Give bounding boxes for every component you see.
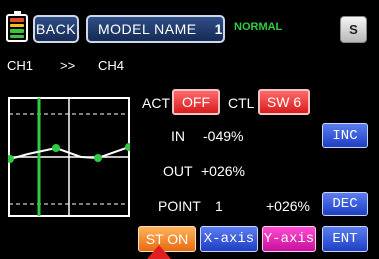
dec-label: DEC <box>332 196 358 212</box>
in-label: IN <box>171 128 185 144</box>
point-label: POINT <box>158 198 201 214</box>
mode-status: NORMAL <box>234 21 283 33</box>
point-value: +026% <box>266 198 310 214</box>
system-button[interactable]: S <box>340 16 367 43</box>
curve-point <box>94 154 102 162</box>
curve-point <box>125 143 130 151</box>
point-number: 1 <box>215 198 223 214</box>
y-axis-label: Y-axis <box>263 231 315 247</box>
x-axis-label: X-axis <box>203 231 255 247</box>
ctl-label: CTL <box>228 95 255 111</box>
ent-button[interactable]: ENT <box>322 226 368 252</box>
x-axis-button[interactable]: X-axis <box>200 226 258 252</box>
model-name-label: MODEL NAME <box>98 21 197 37</box>
channel-arrow: >> <box>60 58 76 73</box>
out-value: +026% <box>201 163 245 179</box>
ent-label: ENT <box>332 231 358 247</box>
ctl-switch-button[interactable]: SW 6 <box>258 89 310 115</box>
dec-button[interactable]: DEC <box>322 192 368 216</box>
back-button-label: BACK <box>35 21 77 37</box>
model-name-button[interactable]: MODEL NAME 1 <box>86 15 225 43</box>
battery-icon <box>6 11 28 42</box>
inc-button[interactable]: INC <box>322 123 368 148</box>
ctl-value: SW 6 <box>266 94 302 110</box>
in-value: -049% <box>203 128 244 144</box>
y-axis-button[interactable]: Y-axis <box>262 226 316 252</box>
inc-label: INC <box>332 127 358 144</box>
pointer-arrow-icon <box>147 245 171 259</box>
curve-point <box>52 144 60 152</box>
target-channel: CH4 <box>98 58 125 73</box>
back-button[interactable]: BACK <box>33 15 79 43</box>
act-label: ACT <box>142 95 170 111</box>
model-number: 1 <box>214 21 223 37</box>
act-toggle-button[interactable]: OFF <box>172 89 220 115</box>
source-channel: CH1 <box>7 58 34 73</box>
curve-point <box>8 155 14 163</box>
out-label: OUT <box>163 163 193 179</box>
system-button-label: S <box>349 22 358 37</box>
curve-graph[interactable] <box>8 97 130 217</box>
act-value: OFF <box>182 94 210 110</box>
